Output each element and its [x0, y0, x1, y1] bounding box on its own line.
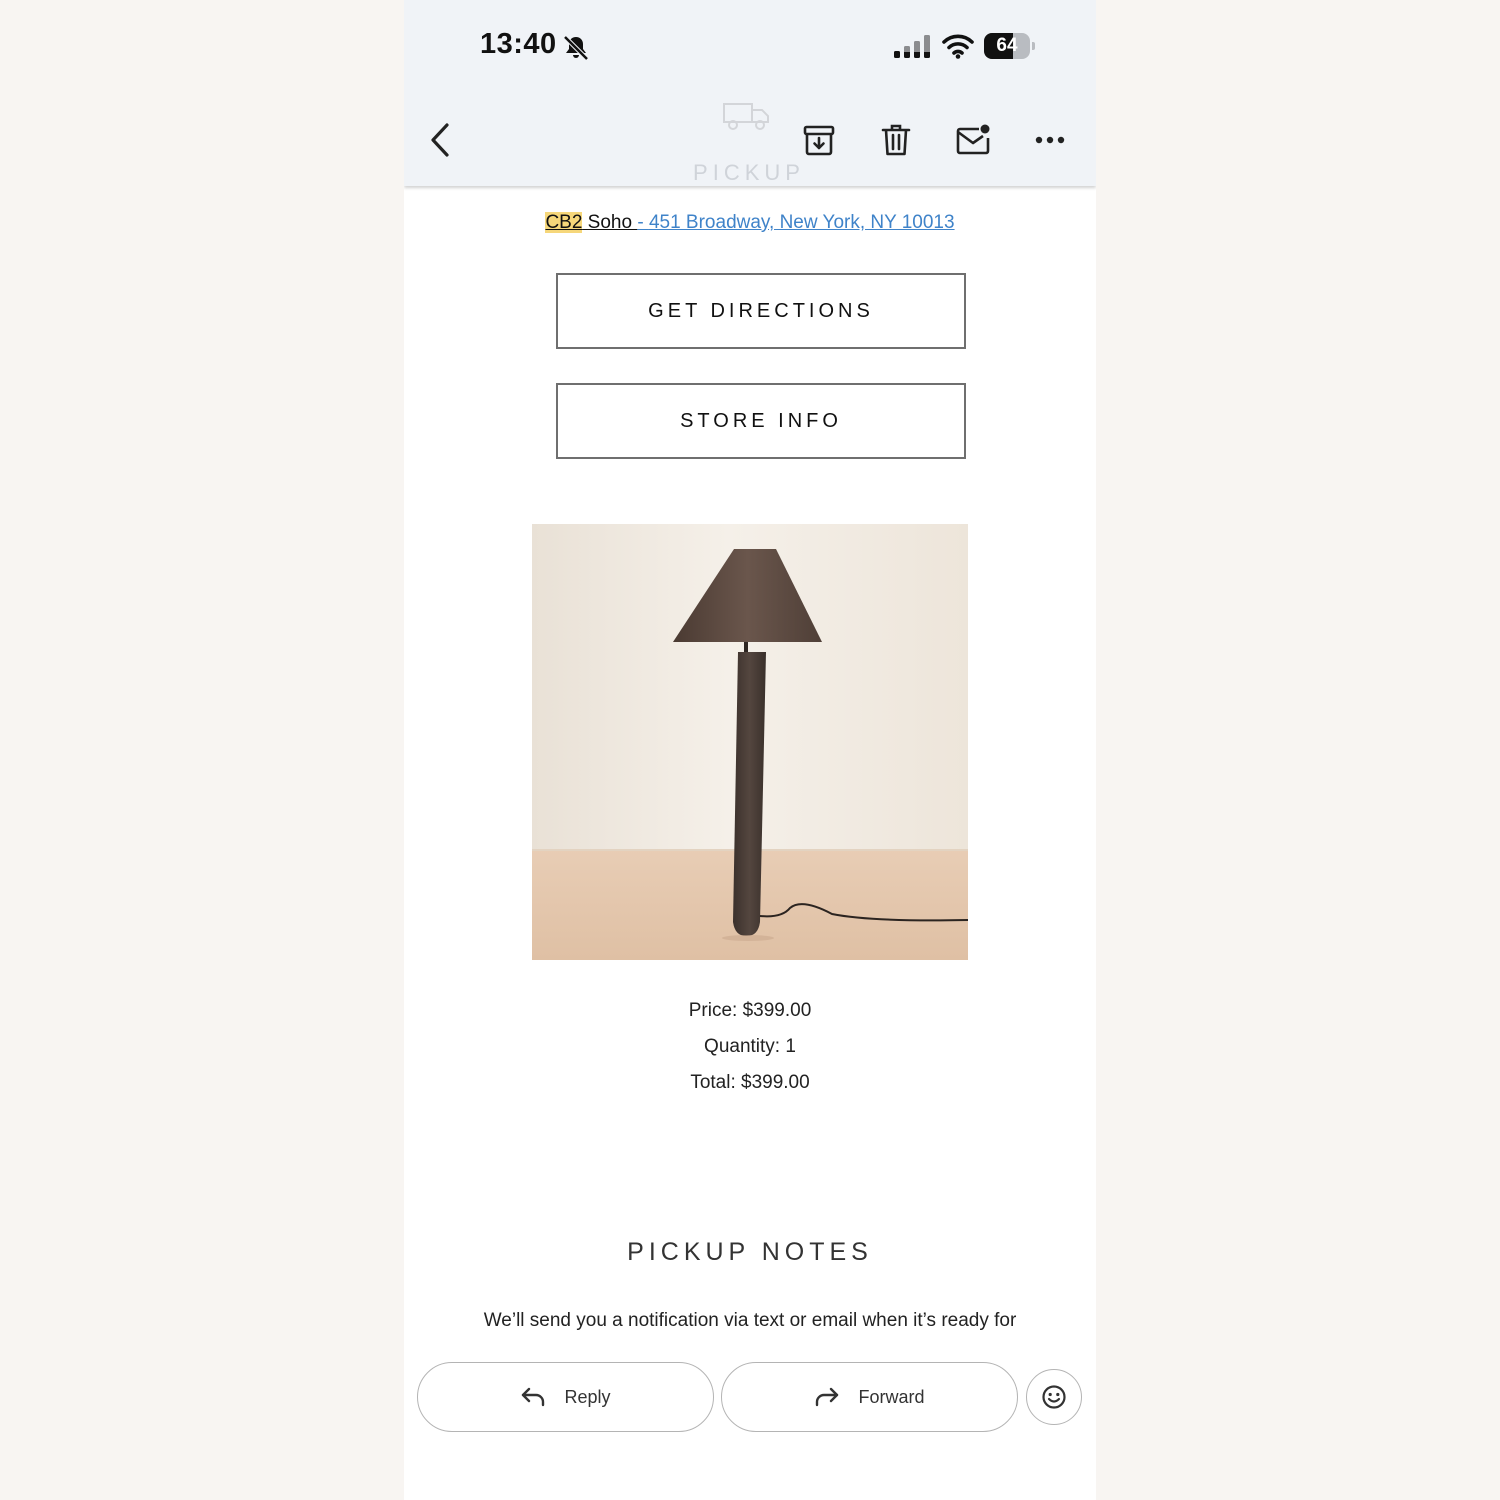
bell-slash-icon: [563, 35, 589, 61]
cellular-signal-icon: [894, 35, 930, 58]
reply-button[interactable]: Reply: [417, 1362, 714, 1432]
mark-unread-button[interactable]: [953, 120, 993, 160]
product-price: Price: $399.00: [688, 1000, 812, 1021]
address-separator[interactable]: -: [637, 212, 649, 233]
product-image[interactable]: [532, 524, 968, 960]
store-info-button[interactable]: STORE INFO: [556, 383, 966, 459]
product-total: Total: $399.00: [690, 1072, 810, 1093]
battery-nub: [1032, 42, 1035, 50]
top-chrome: 13:40 64 PICKUP: [404, 0, 1096, 186]
battery-level: 64: [996, 35, 1018, 56]
product-quantity: Quantity: 1: [704, 1036, 796, 1057]
store-brand-highlight: CB2: [545, 212, 583, 233]
pickup-notes-heading: PICKUP NOTES: [627, 1238, 873, 1266]
trash-icon: [881, 124, 911, 156]
forward-label: Forward: [858, 1386, 925, 1407]
smiley-icon: [1042, 1385, 1066, 1409]
back-button[interactable]: [420, 120, 460, 160]
battery-body: 64: [984, 33, 1030, 59]
faint-header-text: PICKUP: [693, 160, 805, 185]
reply-label: Reply: [564, 1386, 611, 1407]
back-chevron-icon: [431, 123, 449, 157]
pickup-notes-text: We’ll send you a notification via text o…: [483, 1310, 1017, 1331]
archive-icon: [803, 125, 835, 156]
more-button[interactable]: [1030, 120, 1070, 160]
mark-unread-icon: [956, 124, 990, 155]
store-name: Soho: [582, 212, 638, 233]
get-directions-button[interactable]: GET DIRECTIONS: [556, 273, 966, 349]
pickup-location-line: CB2 Soho - 451 Broadway, New York, NY 10…: [404, 212, 1096, 234]
store-name-link[interactable]: CB2 Soho: [545, 212, 637, 233]
truck-icon: [723, 103, 769, 130]
email-body: CB2 Soho - 451 Broadway, New York, NY 10…: [404, 186, 1096, 1500]
more-icon: [1035, 136, 1065, 144]
forward-button[interactable]: Forward: [721, 1362, 1018, 1432]
archive-button[interactable]: [799, 120, 839, 160]
status-time: 13:40: [480, 28, 557, 60]
reply-icon: [522, 1387, 545, 1407]
delete-button[interactable]: [876, 120, 916, 160]
email-screen: 13:40 64 PICKUP CB2 Soho - 451 Broadway,…: [404, 0, 1096, 1500]
emoji-reaction-button[interactable]: [1026, 1369, 1082, 1425]
battery-icon: 64: [984, 33, 1035, 59]
forward-icon: [816, 1387, 839, 1407]
store-address-link[interactable]: 451 Broadway, New York, NY 10013: [649, 212, 955, 233]
wifi-icon: [942, 34, 974, 59]
